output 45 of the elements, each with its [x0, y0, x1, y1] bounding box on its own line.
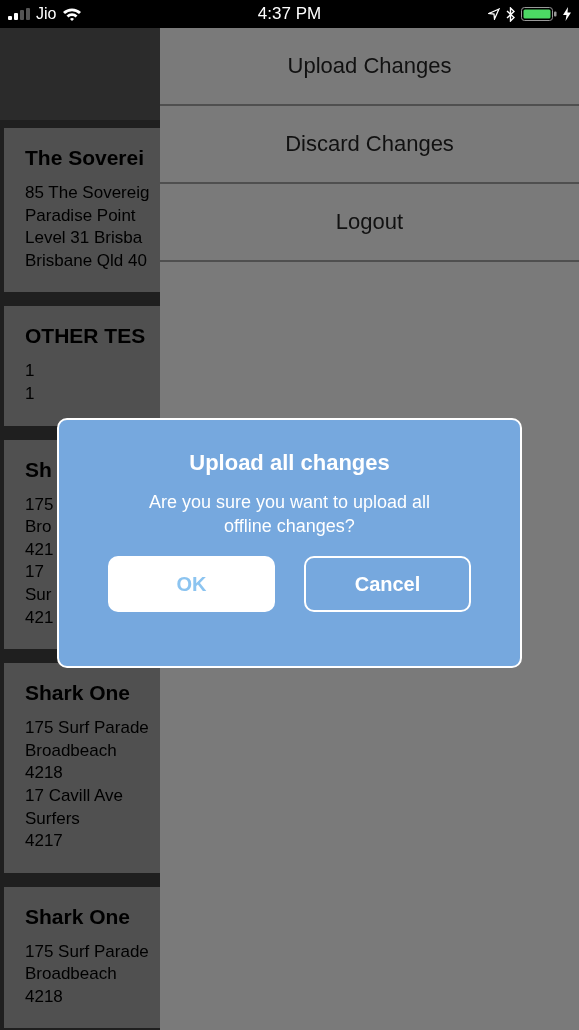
address-line: Broadbeach [25, 963, 117, 986]
address-line: 85 The Sovereig [25, 182, 150, 204]
wifi-icon [62, 7, 83, 21]
address-line: Surfers [25, 807, 80, 830]
cancel-button[interactable]: Cancel [304, 556, 471, 612]
address-line: Bro [25, 516, 52, 539]
address-line: Sur [25, 583, 52, 606]
clock-time: 4:37 PM [257, 4, 322, 24]
ok-button[interactable]: OK [108, 556, 275, 612]
address-card[interactable]: Shark One 175 Surf Parade Broadbeach 4218 17 Cavill Ave Surfers 4217 [4, 663, 160, 873]
menu-item[interactable]: Logout [160, 184, 579, 262]
card-title: Shark One [25, 681, 131, 706]
address-line: 175 Surf Parade [25, 940, 149, 963]
address-card[interactable]: The Soverei 85 The Sovereig Paradise Point Level 31 Brisba Brisbane Qld 40 [4, 128, 160, 293]
address-line: 175 Surf Parade [25, 717, 149, 740]
card-title: Sh [25, 457, 52, 482]
address-line: 4217 [25, 830, 63, 853]
address-line: Brisbane Qld 40 [25, 249, 147, 272]
dialog-title: Upload all changes [188, 450, 391, 476]
address-line: 421 [25, 538, 54, 561]
card-title: The Soverei [25, 146, 145, 170]
address-line: 421 [25, 606, 54, 629]
address-card[interactable]: Shark One 175 Surf Parade Broadbeach 4218 [4, 886, 160, 1029]
card-title: Shark One [25, 904, 131, 929]
menu-item[interactable]: Discard Changes [160, 106, 579, 184]
address-line: 17 Cavill Ave [25, 784, 123, 807]
location-icon [488, 8, 500, 20]
address-line: 4218 [25, 985, 63, 1008]
card-title: OTHER TES [25, 324, 146, 349]
address-line: Paradise Point [25, 204, 136, 227]
address-line: Broadbeach [25, 739, 117, 762]
address-line: Level 31 Brisba [25, 227, 143, 250]
address-line: 17 [25, 561, 44, 584]
menu-item[interactable]: Upload Changes [160, 28, 579, 106]
battery-icon [521, 7, 557, 21]
address-line: 175 [25, 493, 54, 516]
dialog-message: Are you sure you want to upload all offline changes? [147, 491, 432, 538]
address-line: 1 [25, 360, 35, 383]
signal-icon [8, 8, 30, 20]
carrier-name: Jio [36, 5, 57, 23]
bluetooth-icon [506, 6, 515, 22]
address-line: 4218 [25, 762, 63, 785]
charging-icon [563, 7, 571, 21]
address-line: 1 [25, 382, 35, 405]
address-card[interactable]: OTHER TES 1 1 [4, 306, 160, 426]
